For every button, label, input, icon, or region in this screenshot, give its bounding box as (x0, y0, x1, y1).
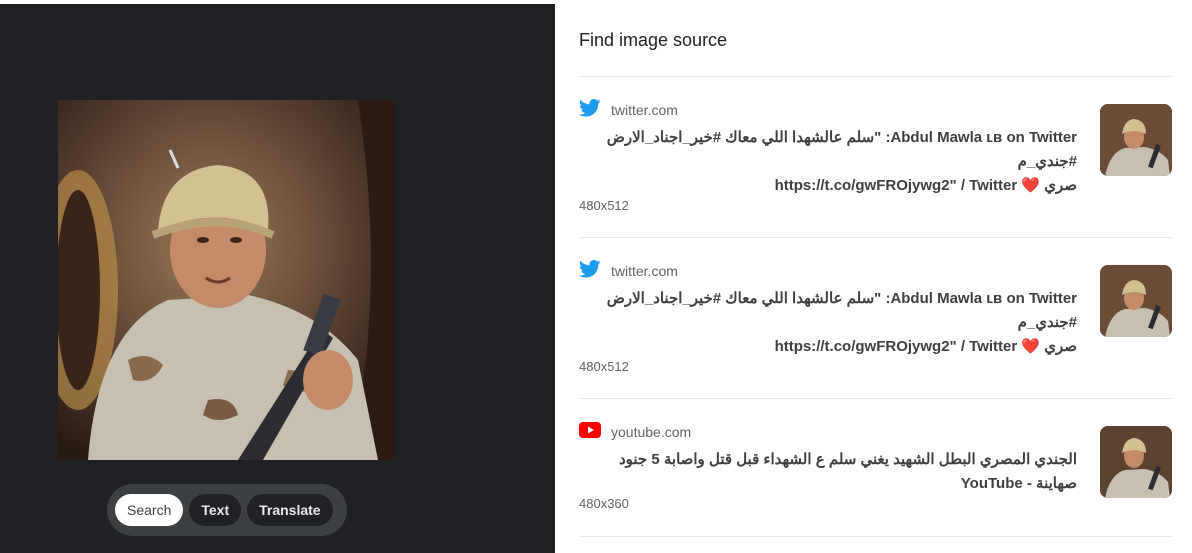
result-source[interactable]: twitter.com (578, 259, 678, 283)
image-preview-pane: Search Text Translate (0, 4, 555, 553)
result-card[interactable]: youtube.com الجندي المصري البطل الشهيد ي… (579, 421, 1172, 553)
result-thumbnail[interactable] (1100, 104, 1172, 176)
image-dimensions: 480x512 (579, 198, 629, 213)
soldier-photo-illustration (58, 100, 395, 460)
result-title[interactable]: Abdul Mawla ʟʙ on Twitter: "سلم عالشهدا … (579, 126, 1077, 198)
source-domain: twitter.com (611, 263, 678, 279)
lens-window: Search Text Translate Find image source … (0, 0, 1192, 553)
divider (579, 536, 1172, 537)
result-title[interactable]: Abdul Mawla ʟʙ on Twitter: "سلم عالشهدا … (579, 287, 1077, 359)
result-thumbnail[interactable] (1100, 426, 1172, 498)
twitter-bird-icon (578, 98, 601, 122)
thumbnail-image (1100, 265, 1172, 337)
divider (579, 398, 1172, 399)
source-domain: youtube.com (611, 424, 692, 440)
youtube-play-icon (579, 421, 601, 443)
result-thumbnail[interactable] (1100, 265, 1172, 337)
source-domain: twitter.com (611, 102, 678, 118)
result-card[interactable]: twitter.com Abdul Mawla ʟʙ on Twitter: "… (578, 259, 1172, 401)
divider (579, 237, 1172, 238)
result-title-line: صري ❤️ https://t.co/gwFROjywg2" / Twitte… (774, 177, 1077, 194)
thumbnail-image (1100, 426, 1172, 498)
result-title-line: صري ❤️ https://t.co/gwFROjywg2" / Twitte… (774, 338, 1077, 355)
query-image[interactable] (58, 100, 395, 460)
twitter-bird-icon (578, 259, 601, 283)
page-title: Find image source (579, 30, 728, 50)
search-chip[interactable]: Search (115, 494, 184, 526)
translate-chip[interactable]: Translate (247, 494, 333, 526)
text-chip[interactable]: Text (189, 494, 242, 526)
result-title-line: Abdul Mawla ʟʙ on Twitter: "سلم عالشهدا … (606, 290, 1077, 331)
result-source[interactable]: twitter.com (578, 98, 678, 122)
result-title[interactable]: الجندي المصري البطل الشهيد يغني سلم ع ال… (579, 448, 1077, 496)
image-dimensions: 480x360 (579, 496, 629, 511)
divider (579, 76, 1172, 77)
image-dimensions: 480x512 (579, 359, 629, 374)
results-pane: Find image source twitter.com Abdul Mawl… (555, 4, 1192, 553)
thumbnail-image (1100, 104, 1172, 176)
result-title-line: Abdul Mawla ʟʙ on Twitter: "سلم عالشهدا … (606, 129, 1077, 170)
result-card[interactable]: twitter.com Abdul Mawla ʟʙ on Twitter: "… (578, 98, 1172, 240)
result-title-line: الجندي المصري البطل الشهيد يغني سلم ع ال… (618, 451, 1077, 492)
result-source[interactable]: youtube.com (579, 421, 692, 443)
mode-chip-group: Search Text Translate (107, 484, 347, 536)
